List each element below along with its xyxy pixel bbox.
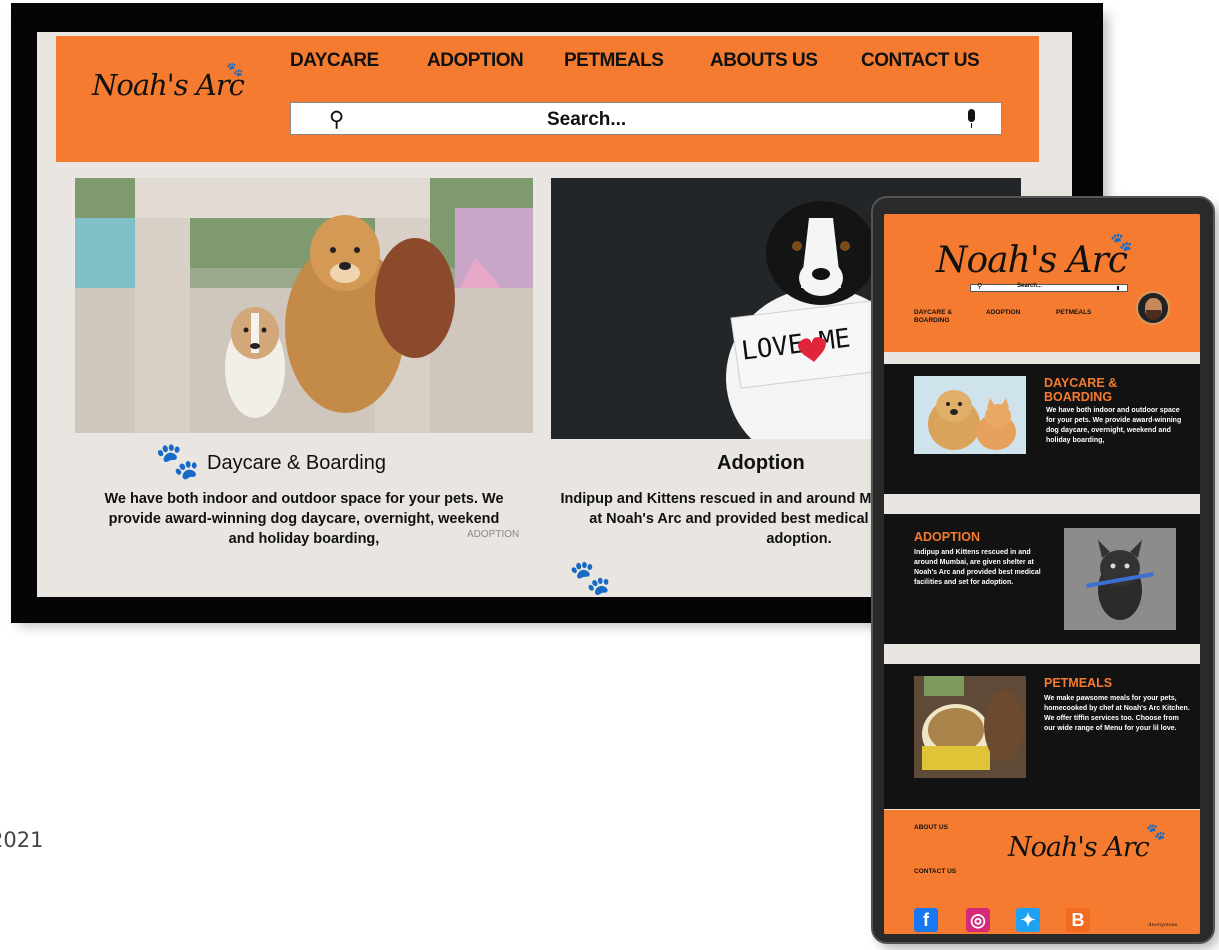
mobile-search-placeholder: Search... <box>1017 283 1043 289</box>
footer-link-contact-us[interactable]: CONTACT US <box>914 868 956 875</box>
paw-icon: 🐾 <box>569 558 612 597</box>
twitter-icon[interactable]: ✦ <box>1016 908 1040 932</box>
search-placeholder: Search... <box>547 109 627 130</box>
microphone-icon[interactable] <box>968 109 975 128</box>
paw-icon: 🐾 <box>155 441 200 482</box>
pet-food-bowl-image <box>914 676 1026 778</box>
nav-about-us[interactable]: ABOUTS US <box>710 50 818 72</box>
daycare-dogs-illustration <box>75 178 533 433</box>
nav-petmeals[interactable]: PETMEALS <box>564 50 664 72</box>
divider <box>884 352 1200 364</box>
divider <box>884 499 1200 511</box>
caption-year: 2021 <box>0 828 44 852</box>
mobile-section-daycare: DAYCARE & BOARDING We have both indoor a… <box>884 364 1200 494</box>
mobile-heading-petmeals: PETMEALS <box>1044 676 1113 690</box>
french-bulldog-image <box>1064 528 1176 630</box>
showcase-canvas: Noah's Arc 🐾 DAYCARE ADOPTION PETMEALS A… <box>0 0 1219 950</box>
mobile-nav-adoption[interactable]: ADOPTION <box>986 309 1020 317</box>
footer-logo[interactable]: Noah's Arc <box>1008 832 1150 863</box>
microphone-icon[interactable] <box>1117 286 1119 290</box>
mobile-header: Noah's Arc 🐾 ⚲ Search... DAYCARE & BOARD… <box>884 214 1200 352</box>
mobile-footer: ABOUT US CONTACT US Noah's Arc 🐾 f ◎ ✦ B… <box>884 810 1200 934</box>
card-title-adoption: Adoption <box>717 452 805 474</box>
mobile-section-adoption: ADOPTION Indipup and Kittens rescued in … <box>884 514 1200 644</box>
nav-contact-us[interactable]: CONTACT US <box>861 50 980 72</box>
adoption-overlay-label[interactable]: ADOPTION <box>467 529 519 540</box>
mobile-heading-daycare: DAYCARE & BOARDING <box>1044 376 1118 404</box>
mobile-nav-daycare[interactable]: DAYCARE & BOARDING <box>914 309 974 325</box>
search-icon[interactable]: ⚲ <box>329 107 344 131</box>
instagram-icon[interactable]: ◎ <box>966 908 990 932</box>
mobile-logo[interactable]: Noah's Arc <box>936 240 1128 281</box>
card-body-daycare: We have both indoor and outdoor space fo… <box>104 491 504 547</box>
daycare-dogs-image <box>75 178 533 433</box>
signature: Anonymous <box>1148 922 1178 928</box>
blogger-icon[interactable]: B <box>1066 908 1090 932</box>
mobile-search-input[interactable]: ⚲ Search... <box>970 282 1128 292</box>
nav-daycare[interactable]: DAYCARE <box>290 50 379 72</box>
card-title-daycare: Daycare & Boarding <box>207 452 386 474</box>
desktop-logo[interactable]: Noah's Arc <box>92 68 245 102</box>
paw-icon: 🐾 <box>1110 232 1133 253</box>
puppy-kitten-image <box>914 376 1026 454</box>
mobile-nav-petmeals[interactable]: PETMEALS <box>1056 309 1091 317</box>
mobile-body-daycare: We have both indoor and outdoor space fo… <box>1046 407 1182 444</box>
search-input[interactable]: ⚲ Search... <box>290 102 1002 135</box>
mobile-body-adoption: Indipup and Kittens rescued in and aroun… <box>914 549 1041 586</box>
desktop-header: Noah's Arc 🐾 DAYCARE ADOPTION PETMEALS A… <box>56 36 1039 162</box>
divider <box>884 649 1200 661</box>
paw-icon: 🐾 <box>226 62 244 78</box>
paw-icon: 🐾 <box>1146 822 1166 841</box>
nav-adoption[interactable]: ADOPTION <box>427 50 524 72</box>
mobile-body-petmeals: We make pawsome meals for your pets, hom… <box>1044 695 1190 732</box>
search-icon[interactable]: ⚲ <box>977 282 982 290</box>
footer-link-about-us[interactable]: ABOUT US <box>914 824 948 831</box>
mobile-section-petmeals: PETMEALS We make pawsome meals for your … <box>884 664 1200 809</box>
facebook-icon[interactable]: f <box>914 908 938 932</box>
avatar[interactable] <box>1136 291 1170 325</box>
mobile-heading-adoption: ADOPTION <box>914 530 980 544</box>
mobile-screen: Noah's Arc 🐾 ⚲ Search... DAYCARE & BOARD… <box>884 214 1200 934</box>
